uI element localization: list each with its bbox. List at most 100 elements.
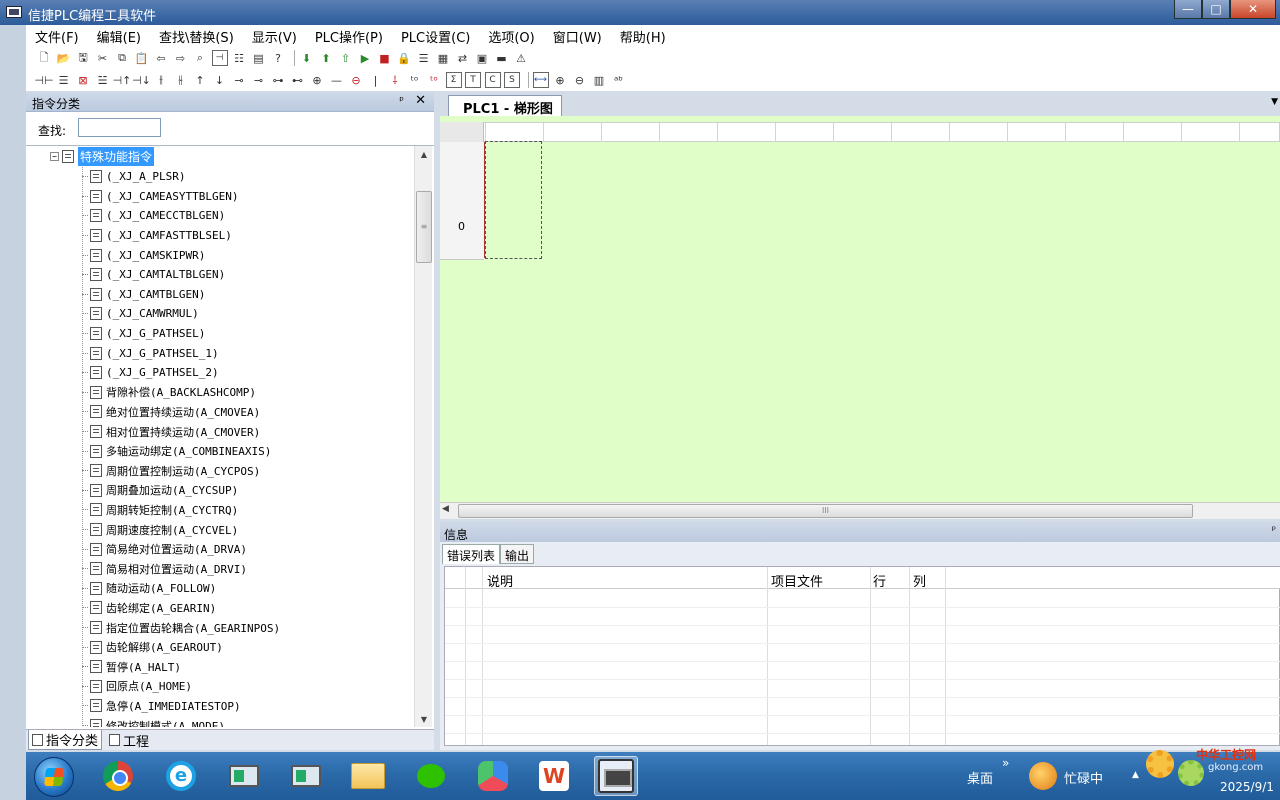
find-icon[interactable]: ⌕ <box>192 50 208 66</box>
tree-item[interactable]: 齿轮绑定(A_GEARIN) <box>82 598 216 618</box>
horizontal-line-icon[interactable]: — <box>329 72 345 88</box>
tab-dropdown-icon[interactable]: ▼ <box>1271 97 1278 107</box>
fit-width-icon[interactable]: ⟷ <box>532 72 549 88</box>
copy-icon[interactable]: ⧉ <box>114 50 130 66</box>
parallel-rising-icon[interactable]: ⫲ <box>153 72 169 88</box>
menu-help[interactable]: 帮助(H) <box>611 27 675 46</box>
minimize-button[interactable]: — <box>1174 0 1202 19</box>
up-arrow-icon[interactable]: ↑ <box>192 72 208 88</box>
taskbar-app[interactable] <box>471 756 515 796</box>
clock-date[interactable]: 2025/9/1 <box>1220 780 1274 794</box>
paste-icon[interactable]: 📋 <box>134 50 150 66</box>
edit-cursor-cell[interactable] <box>484 141 542 259</box>
menu-plc-settings[interactable]: PLC设置(C) <box>392 27 479 46</box>
no-contact-icon[interactable]: ⊣⊢ <box>34 72 53 88</box>
tree-item[interactable]: 周期转矩控制(A_CYCTRQ) <box>82 500 238 520</box>
save-icon[interactable]: 🖫 <box>75 50 91 66</box>
redo-icon[interactable]: ⇨ <box>173 50 189 66</box>
start-button[interactable] <box>34 757 74 797</box>
tree-item[interactable]: 相对位置持续运动(A_CMOVER) <box>82 422 260 442</box>
tree-item[interactable]: (_XJ_A_PLSR) <box>82 167 185 187</box>
taskbar-window1[interactable] <box>222 756 266 796</box>
col-description[interactable]: 说明 <box>487 571 513 590</box>
stop-icon[interactable]: ■ <box>377 50 393 66</box>
tree-item[interactable]: 暂停(A_HALT) <box>82 657 181 677</box>
parallel-falling-icon[interactable]: ⫳ <box>173 72 189 88</box>
device-icon[interactable]: ▬ <box>494 50 510 66</box>
online-icon[interactable]: ⇄ <box>455 50 471 66</box>
tree-item[interactable]: 绝对位置持续运动(A_CMOVEA) <box>82 402 260 422</box>
scroll-left-icon[interactable]: ◀ <box>442 504 449 514</box>
tab-instruction-category[interactable]: 指令分类 <box>28 730 103 750</box>
delete-line-icon[interactable]: ⊖ <box>348 72 364 88</box>
maximize-button[interactable]: □ <box>1202 0 1230 19</box>
tree-root[interactable]: − 特殊功能指令 <box>50 147 155 167</box>
tab-output[interactable]: 输出 <box>500 544 535 564</box>
menu-plc-operation[interactable]: PLC操作(P) <box>306 27 392 46</box>
output-icon[interactable]: ⊕ <box>309 72 325 88</box>
delete-comment-icon[interactable]: ᵗᵒ <box>426 72 442 88</box>
cut-icon[interactable]: ✂ <box>95 50 111 66</box>
tree-item[interactable]: 简易相对位置运动(A_DRVI) <box>82 559 247 579</box>
tree-item[interactable]: 背隙补偿(A_BACKLASHCOMP) <box>82 383 256 403</box>
undo-icon[interactable]: ⇦ <box>153 50 169 66</box>
busy-status-icon[interactable] <box>1029 762 1057 790</box>
nc-contact-icon[interactable]: ⊠ <box>75 72 91 88</box>
tab-error-list[interactable]: 错误列表 <box>442 544 501 564</box>
zoom-out-icon[interactable]: ⊖ <box>572 72 588 88</box>
new-file-icon[interactable]: 🗋 <box>36 50 52 66</box>
parallel-nc-icon[interactable]: ☱ <box>95 72 111 88</box>
instruction-list-icon[interactable]: ☷ <box>231 50 247 66</box>
tree-item[interactable]: 齿轮解绑(A_GEAROUT) <box>82 637 223 657</box>
pin-icon[interactable]: ᵖ <box>1272 525 1276 536</box>
tree-item[interactable]: 急停(A_IMMEDIATESTOP) <box>82 696 241 716</box>
scroll-up-icon[interactable]: ▲ <box>415 146 433 163</box>
down-arrow-icon[interactable]: ↓ <box>212 72 228 88</box>
taskbar-wps[interactable]: W <box>532 756 576 796</box>
tree-item[interactable]: 随动运动(A_FOLLOW) <box>82 579 216 599</box>
up-arrow-icon[interactable]: ⇧ <box>338 50 354 66</box>
zoom-in-icon[interactable]: ⊕ <box>552 72 568 88</box>
falling-edge-icon[interactable]: ⊣↓ <box>132 72 151 88</box>
taskbar-ie[interactable]: e <box>159 756 203 796</box>
menu-options[interactable]: 选项(O) <box>479 27 543 46</box>
collapse-icon[interactable]: − <box>50 152 59 162</box>
col-line[interactable]: 行 <box>873 571 886 590</box>
c-block-icon[interactable]: C <box>484 72 501 88</box>
tree-item[interactable]: 多轴运动绑定(A_COMBINEAXIS) <box>82 441 271 461</box>
parallel-icon[interactable]: ☰ <box>56 72 72 88</box>
taskbar-explorer[interactable] <box>346 756 390 796</box>
menu-edit[interactable]: 编辑(E) <box>88 27 150 46</box>
upload-icon[interactable]: ⬆ <box>318 50 334 66</box>
scroll-down-icon[interactable]: ▼ <box>415 711 433 727</box>
s-block-icon[interactable]: S <box>504 72 520 88</box>
menu-file[interactable]: 文件(F) <box>26 27 88 46</box>
print-icon[interactable]: ▤ <box>251 50 267 66</box>
tree-item[interactable]: (_XJ_G_PATHSEL) <box>82 324 205 344</box>
sum-icon[interactable]: Σ <box>445 72 462 88</box>
tree-item[interactable]: 指定位置齿轮耦合(A_GEARINPOS) <box>82 618 280 638</box>
run-icon[interactable]: ▶ <box>357 50 373 66</box>
monitor-icon[interactable]: ☰ <box>416 50 432 66</box>
menu-view[interactable]: 显示(V) <box>243 27 306 46</box>
tree-item[interactable]: (_XJ_CAMFASTTBLSEL) <box>82 226 232 246</box>
taskbar-window2[interactable] <box>284 756 328 796</box>
register-icon[interactable]: ▦ <box>435 50 451 66</box>
tab-project[interactable]: 工程 <box>106 730 152 750</box>
download-icon[interactable]: ⬇ <box>299 50 315 66</box>
reset-coil-icon[interactable]: ⊷ <box>290 72 306 88</box>
tree-item[interactable]: (_XJ_CAMECCTBLGEN) <box>82 206 225 226</box>
tree-item[interactable]: 修改控制模式(A_MODE) <box>82 716 225 727</box>
taskbar-chrome[interactable] <box>96 756 140 796</box>
hscroll-thumb[interactable]: III <box>458 504 1193 518</box>
ladder-view-icon[interactable]: ⊣ <box>211 50 228 66</box>
tree-item[interactable]: 周期位置控制运动(A_CYCPOS) <box>82 461 260 481</box>
close-button[interactable]: ✕ <box>1230 0 1276 19</box>
tree-item[interactable]: 周期速度控制(A_CYCVEL) <box>82 520 238 540</box>
tree-item[interactable]: (_XJ_G_PATHSEL_1) <box>82 343 219 363</box>
delete-vertical-icon[interactable]: ⸸ <box>387 72 403 88</box>
ladder-editor[interactable]: 0 <box>440 116 1280 502</box>
set-coil-icon[interactable]: ⊶ <box>270 72 286 88</box>
tray-expand-icon[interactable]: ▲ <box>1132 770 1139 780</box>
help-icon[interactable]: ? <box>270 50 286 66</box>
